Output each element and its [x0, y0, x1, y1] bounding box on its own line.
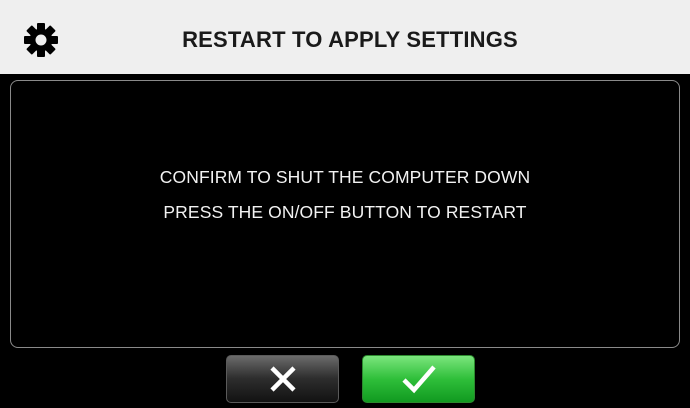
page-title: RESTART TO APPLY SETTINGS	[182, 27, 518, 52]
header-bar: RESTART TO APPLY SETTINGS	[0, 0, 690, 74]
close-icon	[269, 366, 296, 392]
check-icon	[401, 365, 436, 394]
message-line-1: CONFIRM TO SHUT THE COMPUTER DOWN	[159, 167, 531, 187]
restart-screen: RESTART TO APPLY SETTINGS CONFIRM TO SHU…	[0, 0, 690, 408]
cancel-button[interactable]	[226, 355, 339, 403]
confirm-button[interactable]	[362, 355, 475, 403]
message-line-2: PRESS THE ON/OFF BUTTON TO RESTART	[163, 202, 527, 222]
message-panel: CONFIRM TO SHUT THE COMPUTER DOWN PRESS …	[10, 80, 680, 348]
